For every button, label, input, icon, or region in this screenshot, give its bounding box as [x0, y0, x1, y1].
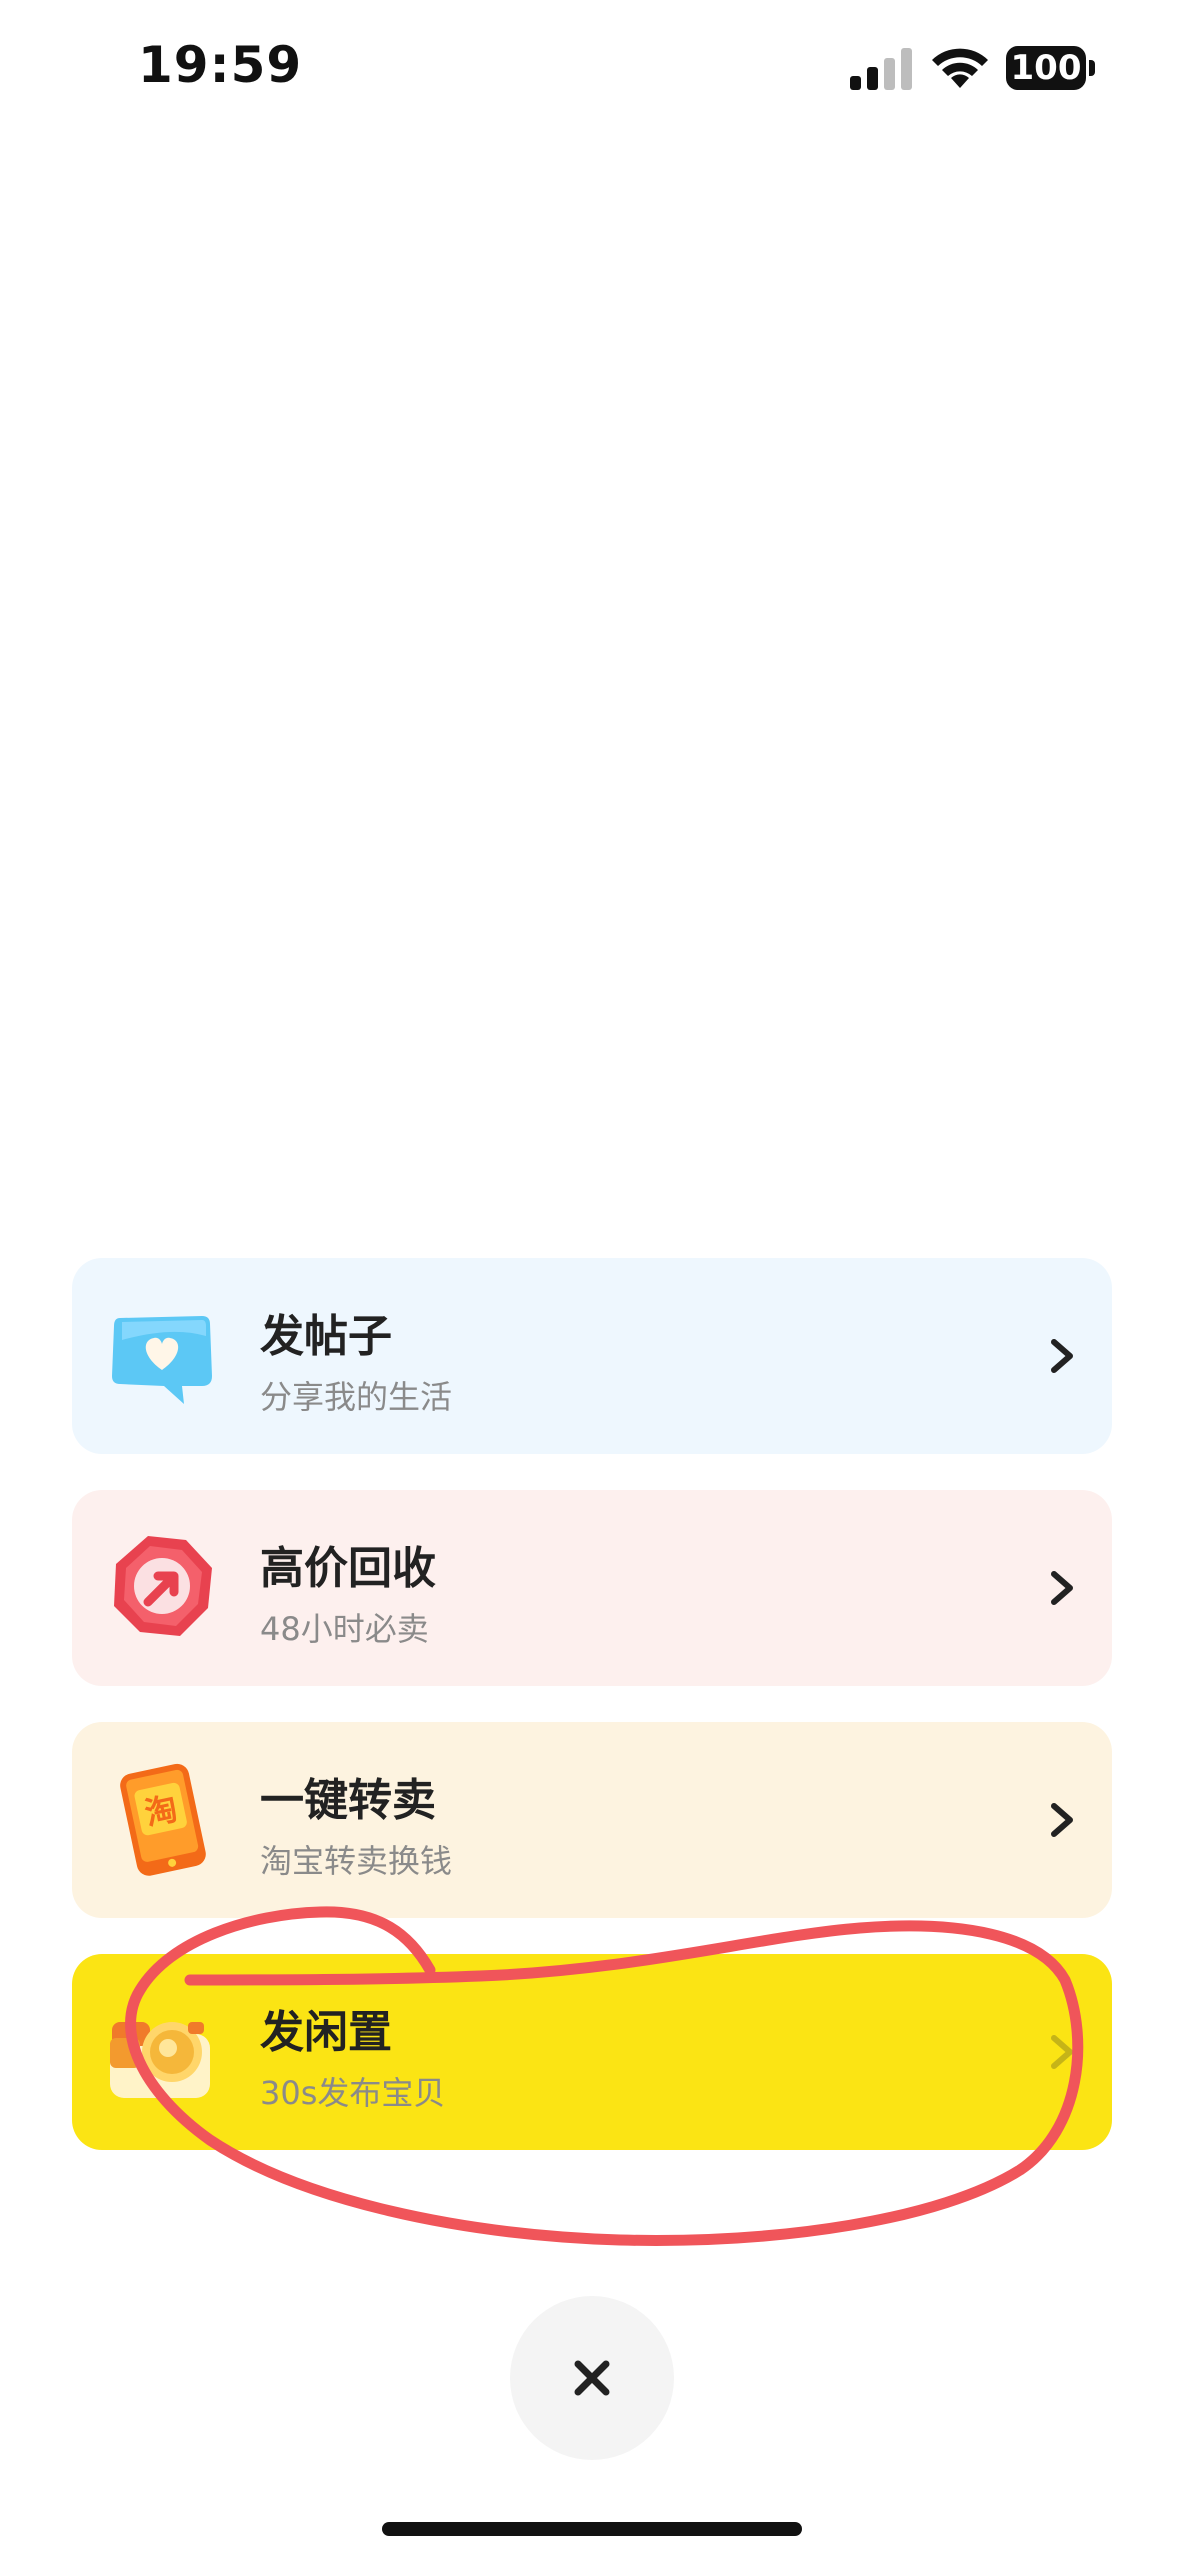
chevron-right-icon	[1051, 1803, 1073, 1837]
menu-item-title: 高价回收	[260, 1543, 436, 1594]
menu-item-subtitle: 30s发布宝贝	[260, 2074, 446, 2112]
close-button[interactable]	[510, 2296, 674, 2460]
menu-item-recycle[interactable]: 高价回收 48小时必卖	[72, 1490, 1112, 1686]
menu-item-post[interactable]: 发帖子 分享我的生活	[72, 1258, 1112, 1454]
menu-item-resell[interactable]: 淘 一键转卖 淘宝转卖换钱	[72, 1722, 1112, 1918]
chevron-right-icon	[1051, 1339, 1073, 1373]
menu-item-subtitle: 分享我的生活	[260, 1378, 453, 1416]
camera-icon	[110, 2022, 210, 2098]
battery-tip	[1089, 60, 1095, 76]
taobao-phone-icon: 淘	[120, 1763, 206, 1876]
menu-item-sell-idle[interactable]: 发闲置 30s发布宝贝	[72, 1954, 1112, 2150]
menu-item-subtitle: 48小时必卖	[260, 1610, 429, 1648]
heart-bubble-icon	[112, 1316, 212, 1404]
menu-item-subtitle: 淘宝转卖换钱	[260, 1842, 453, 1880]
home-indicator[interactable]	[382, 2522, 802, 2536]
menu-item-title: 发闲置	[260, 2007, 392, 2058]
signal-icon	[850, 48, 912, 90]
arrow-badge-icon	[114, 1536, 212, 1636]
chevron-right-icon	[1051, 2035, 1073, 2069]
battery-level: 100	[1006, 46, 1086, 90]
menu-item-title: 一键转卖	[260, 1775, 436, 1826]
menu-item-title: 发帖子	[260, 1311, 392, 1362]
status-time: 19:59	[138, 36, 303, 94]
status-bar: 19:59 100	[0, 0, 1183, 140]
chevron-right-icon	[1051, 1571, 1073, 1605]
battery-icon: 100	[1006, 46, 1096, 90]
wifi-icon	[932, 48, 988, 88]
publish-menu-screen: 19:59 100 发帖子 分享我的生活 高价回收 48小时必卖 淘 一键转卖 …	[0, 0, 1183, 2560]
close-icon	[574, 2360, 610, 2396]
